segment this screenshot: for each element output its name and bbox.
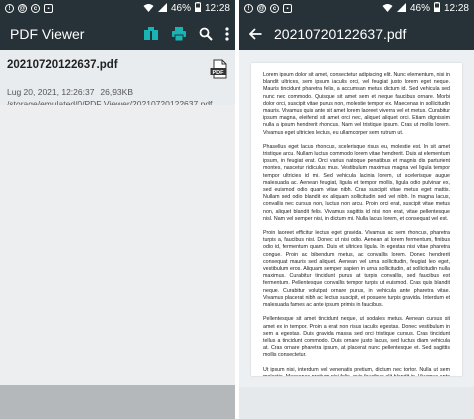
page-paragraph: Lorem ipsum dolor sit amet, consectetur … <box>263 72 450 136</box>
page-paragraph: Pellentesque sit amet tincidunt neque, u… <box>263 316 450 359</box>
notification-icon: @ <box>18 4 27 13</box>
pdf-list-screen: ! @ c ▪ 46% 12:28 PDF Viewer 20210720122… <box>0 0 235 419</box>
pdf-file-icon: PDF <box>210 59 228 84</box>
pdf-badge: PDF <box>213 70 225 76</box>
notification-icons: ! @ c ▪ <box>244 4 292 13</box>
file-name: 20210720122637.pdf <box>7 59 118 71</box>
list-empty-area <box>0 105 235 385</box>
back-arrow-icon[interactable] <box>249 27 262 40</box>
page-paragraph: Ut ipsum nisi, interdum vel venenatis pr… <box>263 366 450 376</box>
file-size: 26,93KB <box>100 87 133 97</box>
notification-icon: @ <box>257 4 266 13</box>
page-paragraph: Phasellus eget lacus rhoncus, scelerisqu… <box>263 143 450 222</box>
system-status: 46% 12:28 <box>143 2 230 15</box>
status-bar: ! @ c ▪ 46% 12:28 <box>239 0 474 17</box>
battery-percent: 46% <box>409 3 430 14</box>
battery-icon <box>194 2 201 15</box>
pdf-page: Lorem ipsum dolor sit amet, consectetur … <box>251 63 462 376</box>
wifi-icon <box>143 3 154 15</box>
app-title: PDF Viewer <box>10 25 85 42</box>
notification-icon: ! <box>5 4 14 13</box>
app-bar: 20210720122637.pdf <box>239 17 474 50</box>
pdf-viewer-screen: ! @ c ▪ 46% 12:28 20210720122637.pdf Lor… <box>239 0 474 419</box>
signal-icon <box>396 2 406 15</box>
notification-icons: ! @ c ▪ <box>5 4 53 13</box>
notification-icon: ▪ <box>44 4 53 13</box>
notification-icon: ▪ <box>283 4 292 13</box>
battery-icon <box>433 2 440 15</box>
signal-icon <box>157 2 167 15</box>
notification-icon: ! <box>244 4 253 13</box>
file-list-item[interactable]: 20210720122637.pdf PDF Lug 20, 2021, 12:… <box>0 50 235 109</box>
status-bar: ! @ c ▪ 46% 12:28 <box>0 0 235 17</box>
file-date: Lug 20, 2021, 12:26:37 <box>7 87 95 97</box>
notification-icon: c <box>31 4 40 13</box>
bottom-shade <box>0 385 235 419</box>
app-bar: PDF Viewer <box>0 17 235 50</box>
clock: 12:28 <box>443 3 469 14</box>
document-title: 20210720122637.pdf <box>274 25 407 42</box>
system-status: 46% 12:28 <box>382 2 469 15</box>
viewer-bottom-area <box>239 387 474 419</box>
page-paragraph: Proin laoreet efficitur lectus eget grav… <box>263 230 450 309</box>
print-icon[interactable] <box>171 26 187 42</box>
battery-percent: 46% <box>170 3 191 14</box>
notification-icon: c <box>270 4 279 13</box>
search-icon[interactable] <box>199 27 213 41</box>
grid-icon[interactable] <box>143 26 159 42</box>
more-vert-icon[interactable] <box>225 26 229 41</box>
wifi-icon <box>382 3 393 15</box>
clock: 12:28 <box>204 3 230 14</box>
